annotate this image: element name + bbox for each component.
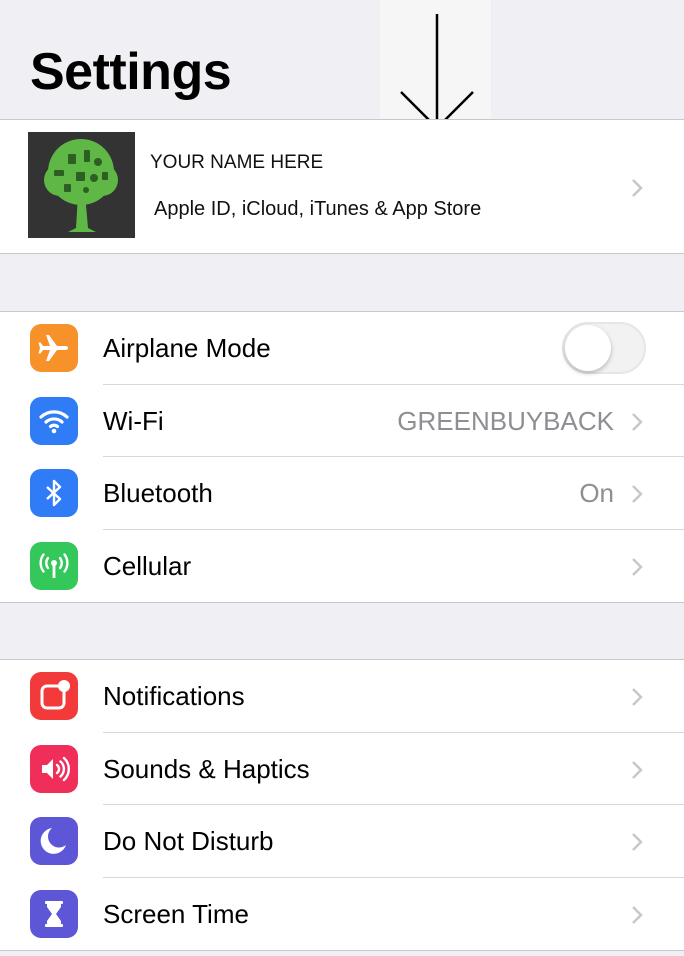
sounds-haptics-row[interactable]: Sounds & Haptics — [0, 733, 684, 805]
wifi-network-value: GREENBUYBACK — [397, 405, 614, 436]
notifications-icon — [30, 672, 78, 720]
bluetooth-row[interactable]: Bluetooth On — [0, 457, 684, 530]
notifications-row[interactable]: Notifications — [0, 660, 684, 733]
profile-subtitle: Apple ID, iCloud, iTunes & App Store — [154, 198, 482, 220]
down-arrow-annotation — [380, 0, 491, 138]
airplane-mode-label: Airplane Mode — [103, 333, 271, 363]
do-not-disturb-label: Do Not Disturb — [103, 826, 274, 856]
chevron-right-icon — [632, 905, 643, 924]
sounds-haptics-label: Sounds & Haptics — [103, 753, 310, 784]
toggle-knob — [565, 325, 611, 371]
down-arrow-icon — [400, 14, 474, 130]
avatar — [28, 132, 135, 238]
chevron-right-icon — [632, 760, 643, 779]
cellular-label: Cellular — [103, 550, 192, 581]
cellular-row[interactable]: Cellular — [0, 530, 684, 603]
tree-logo-icon — [28, 132, 135, 238]
moon-icon — [30, 817, 78, 865]
wifi-icon — [30, 396, 78, 445]
cellular-icon — [30, 541, 78, 590]
airplane-mode-row[interactable]: Airplane Mode — [0, 312, 684, 385]
chevron-right-icon — [632, 833, 643, 851]
hourglass-icon — [30, 889, 78, 938]
speaker-icon — [30, 744, 78, 793]
screen-time-label: Screen Time — [103, 898, 249, 929]
profile-name: YOUR NAME HERE — [150, 152, 324, 173]
chevron-right-icon — [632, 557, 643, 576]
wifi-label: Wi-Fi — [103, 405, 164, 436]
notifications-label: Notifications — [103, 681, 245, 711]
general-group: Notifications Sounds & Haptics Do Not Di… — [0, 659, 684, 951]
wifi-row[interactable]: Wi-Fi GREENBUYBACK — [0, 385, 684, 457]
do-not-disturb-row[interactable]: Do Not Disturb — [0, 805, 684, 878]
page-title: Settings — [30, 43, 232, 101]
bluetooth-icon — [30, 469, 78, 517]
connectivity-group: Airplane Mode Wi-Fi GREENBUYBACK Bluetoo… — [0, 311, 684, 603]
chevron-right-icon — [632, 412, 643, 431]
chevron-right-icon — [632, 485, 643, 503]
chevron-right-icon — [632, 179, 643, 197]
bluetooth-status-value: On — [579, 478, 614, 508]
airplane-icon — [30, 324, 78, 372]
airplane-mode-toggle[interactable] — [562, 322, 646, 374]
bluetooth-label: Bluetooth — [103, 478, 213, 508]
apple-id-row[interactable]: YOUR NAME HERE Apple ID, iCloud, iTunes … — [0, 119, 684, 254]
chevron-right-icon — [632, 688, 643, 706]
screen-time-row[interactable]: Screen Time — [0, 878, 684, 951]
